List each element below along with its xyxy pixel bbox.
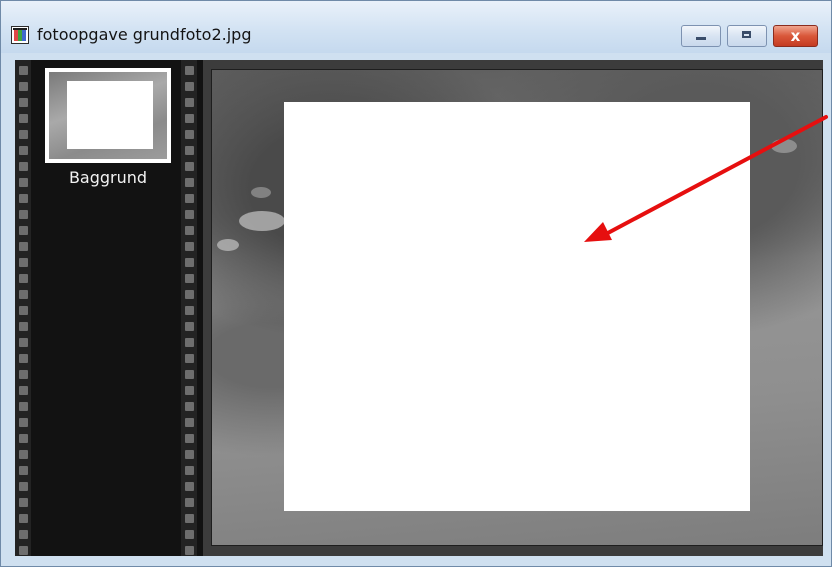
sprocket-hole — [19, 194, 28, 203]
white-rectangle[interactable] — [284, 102, 750, 511]
sprocket-hole — [19, 290, 28, 299]
image-canvas-area[interactable] — [203, 60, 823, 556]
close-button[interactable]: x — [773, 25, 818, 47]
sprocket-hole — [185, 402, 194, 411]
sprocket-hole — [185, 530, 194, 539]
sprocket-hole — [185, 274, 194, 283]
sprocket-hole — [19, 258, 28, 267]
sprocket-hole — [185, 194, 194, 203]
sprocket-hole — [19, 146, 28, 155]
sprocket-hole — [185, 386, 194, 395]
sprocket-hole — [19, 226, 28, 235]
sprocket-hole — [185, 306, 194, 315]
sprocket-hole — [19, 242, 28, 251]
sprocket-hole — [185, 466, 194, 475]
sprocket-hole — [19, 114, 28, 123]
sprocket-hole — [185, 146, 194, 155]
minimize-button[interactable] — [681, 25, 721, 47]
sprocket-hole — [185, 450, 194, 459]
sprocket-hole — [19, 482, 28, 491]
sprocket-hole — [19, 386, 28, 395]
sprocket-hole — [185, 258, 194, 267]
sprocket-hole — [185, 162, 194, 171]
sprocket-hole — [19, 338, 28, 347]
film-sprocket-left — [15, 60, 31, 556]
window-title: fotoopgave grundfoto2.jpg — [37, 25, 252, 44]
sprocket-hole — [19, 178, 28, 187]
title-bar[interactable]: fotoopgave grundfoto2.jpg x — [1, 1, 831, 53]
sprocket-hole — [185, 242, 194, 251]
sprocket-hole — [19, 466, 28, 475]
sprocket-hole — [185, 322, 194, 331]
sprocket-hole — [19, 82, 28, 91]
sprocket-hole — [185, 98, 194, 107]
sprocket-hole — [185, 226, 194, 235]
layer-label[interactable]: Baggrund — [45, 168, 171, 187]
sprocket-hole — [19, 162, 28, 171]
sprocket-hole — [185, 178, 194, 187]
close-icon: x — [790, 27, 801, 45]
sprocket-hole — [185, 130, 194, 139]
sprocket-hole — [19, 210, 28, 219]
sprocket-hole — [19, 402, 28, 411]
sprocket-hole — [185, 418, 194, 427]
maximize-icon — [742, 31, 751, 38]
maximize-button[interactable] — [727, 25, 767, 47]
sprocket-hole — [19, 450, 28, 459]
sprocket-hole — [185, 514, 194, 523]
sprocket-hole — [185, 370, 194, 379]
film-sprocket-right — [181, 60, 197, 556]
layers-filmstrip: Baggrund — [15, 60, 203, 556]
sprocket-hole — [185, 482, 194, 491]
sprocket-hole — [19, 66, 28, 75]
sprocket-hole — [19, 354, 28, 363]
sprocket-hole — [19, 98, 28, 107]
photo[interactable] — [211, 69, 823, 546]
sprocket-hole — [19, 322, 28, 331]
sprocket-hole — [185, 210, 194, 219]
sprocket-hole — [185, 498, 194, 507]
sprocket-hole — [185, 66, 194, 75]
sprocket-hole — [185, 338, 194, 347]
sprocket-hole — [19, 530, 28, 539]
sprocket-hole — [19, 306, 28, 315]
sprocket-hole — [185, 354, 194, 363]
sprocket-hole — [185, 290, 194, 299]
sprocket-hole — [19, 130, 28, 139]
thumbnail-white-area — [67, 81, 153, 149]
sprocket-hole — [19, 498, 28, 507]
sprocket-hole — [19, 514, 28, 523]
sprocket-hole — [19, 418, 28, 427]
image-file-icon — [11, 26, 29, 44]
sprocket-hole — [19, 434, 28, 443]
sprocket-hole — [19, 370, 28, 379]
layer-thumbnail-image — [49, 72, 167, 159]
sprocket-hole — [185, 434, 194, 443]
minimize-icon — [696, 37, 706, 40]
layer-thumbnail[interactable] — [45, 68, 171, 163]
sprocket-hole — [185, 82, 194, 91]
sprocket-hole — [19, 274, 28, 283]
sprocket-hole — [185, 546, 194, 555]
image-window: fotoopgave grundfoto2.jpg x Baggrund — [0, 0, 832, 567]
sprocket-hole — [185, 114, 194, 123]
sprocket-hole — [19, 546, 28, 555]
